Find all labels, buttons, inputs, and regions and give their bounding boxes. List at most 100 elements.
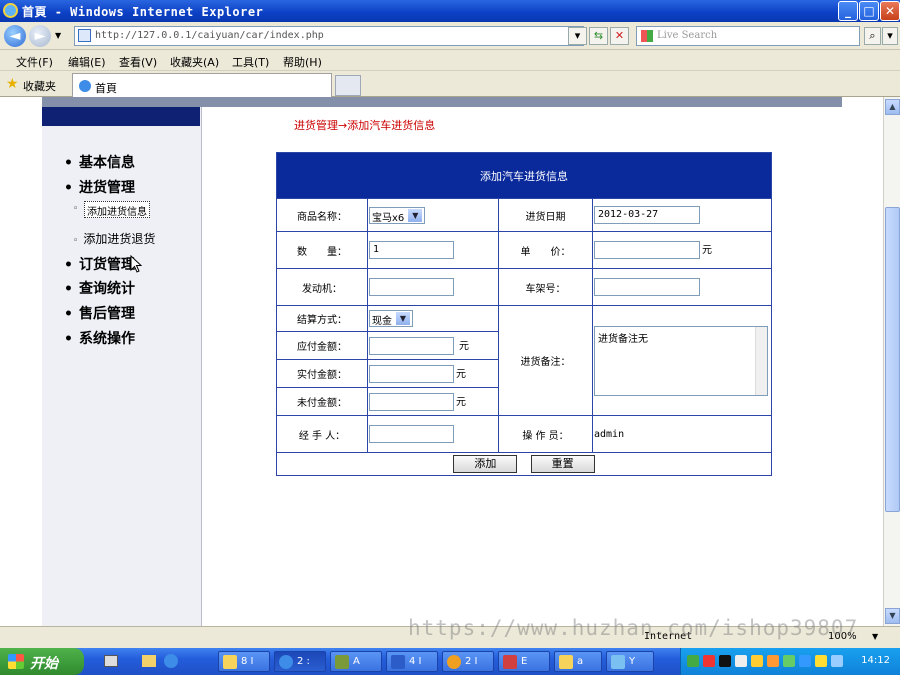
favorites-button[interactable]: 收藏夹 [23,78,56,94]
scrollbar-thumb[interactable] [885,207,900,512]
favorites-bar: ★ 收藏夹 首頁 [0,71,900,97]
refresh-icon[interactable]: ⇆ [589,27,608,45]
subitem-bullet: ◦ [73,204,79,214]
menu-help[interactable]: 帮助(H) [283,54,322,70]
start-button[interactable]: 开始 [0,648,84,675]
textarea-scrollbar[interactable] [755,326,767,395]
new-tab-button[interactable] [335,75,361,96]
sidebar-header [42,107,200,126]
menu-file[interactable]: 文件(F) [16,54,53,70]
purchase-date-input[interactable]: 2012-03-27 [594,206,700,224]
page-header-strip [42,97,842,107]
menu-bar: 文件(F) 编辑(E) 查看(V) 收藏夹(A) 工具(T) 帮助(H) [0,50,900,71]
address-input[interactable]: http://127.0.0.1/caiyuan/car/index.php [74,26,584,46]
folder-icon [223,655,237,669]
tray-icon[interactable] [751,655,763,667]
sidebar-item-system[interactable]: • 系统操作 [64,328,135,348]
live-search-icon [641,30,653,42]
scroll-down-icon[interactable]: ▼ [885,608,900,624]
payment-method-label: 结算方式： [276,305,368,332]
purchase-form: 添加汽车进货信息 商品名称： 宝马x6 ▼ 进货日期 2012-03-27 数 量… [276,152,772,476]
stop-icon[interactable]: ✕ [610,27,629,45]
clock: 14:12 [861,655,890,666]
forward-button[interactable]: ► [29,25,51,47]
unit-price-label: 单 价： [498,231,593,269]
taskbar-item-editor[interactable]: E [498,651,550,672]
chassis-input[interactable] [594,278,700,296]
dreamweaver-icon [335,655,349,669]
word-icon [391,655,405,669]
form-title: 添加汽车进货信息 [276,152,772,199]
menu-edit[interactable]: 编辑(E) [68,54,106,70]
tray-icon[interactable] [831,655,843,667]
menu-view[interactable]: 查看(V) [119,54,157,70]
ie-quicklaunch-icon[interactable] [164,654,178,668]
operator-value: admin [592,415,772,453]
paid-input[interactable] [369,364,454,383]
sidebar-item-query-stats[interactable]: • 查询统计 [64,278,135,298]
menu-tools[interactable]: 工具(T) [232,54,269,70]
maximize-button[interactable]: □ [859,1,879,21]
add-button[interactable]: 添加 [453,455,518,473]
minimize-button[interactable]: _ [838,1,858,21]
taskbar-item-folder[interactable]: a [554,651,602,672]
taskbar-item-word[interactable]: 4 I [386,651,438,672]
payment-method-select[interactable]: 现金 ▼ [369,310,413,327]
tray-icon[interactable] [799,655,811,667]
scroll-up-icon[interactable]: ▲ [885,99,900,115]
back-button[interactable]: ◄ [4,25,26,47]
purchase-date-label: 进货日期 [498,198,593,232]
sidebar-item-after-sales[interactable]: • 售后管理 [64,303,135,323]
tray-icon[interactable] [767,655,779,667]
favorites-star-icon[interactable]: ★ [6,76,19,92]
tray-icon[interactable] [703,655,715,667]
show-desktop-icon[interactable] [104,655,118,667]
remark-textarea[interactable]: 进货备注无 [594,325,768,396]
search-input[interactable]: Live Search [636,26,860,46]
unit-price-input[interactable] [594,241,700,259]
sidebar-item-orders[interactable]: • 订货管理 [64,254,135,274]
menu-favorites[interactable]: 收藏夹(A) [170,54,219,70]
sidebar-item-purchase[interactable]: • 进货管理 [64,177,135,197]
engine-input[interactable] [369,278,454,296]
tray-icon[interactable] [687,655,699,667]
product-name-label: 商品名称： [276,198,368,232]
payable-input[interactable] [369,336,454,355]
handler-input[interactable] [369,425,454,443]
browser-tab[interactable]: 首頁 [72,73,332,97]
sidebar-subitem-purchase-return[interactable]: ◦ 添加进货退货 [73,230,155,247]
folder-icon[interactable] [142,655,156,667]
network-icon [611,655,625,669]
taskbar-item-ie[interactable]: 2 : [274,651,326,672]
system-tray: 14:12 [680,648,900,675]
close-button[interactable]: ✕ [880,1,900,21]
tray-icon[interactable] [815,655,827,667]
tray-icon[interactable] [783,655,795,667]
search-placeholder: Live Search [657,30,718,41]
handler-label: 经 手 人： [276,415,368,453]
tray-icon[interactable] [735,655,747,667]
search-options-icon[interactable]: ▾ [882,27,898,45]
taskbar: 开始 8 I 2 : A 4 I 2 I E a Y 14:12 [0,648,900,675]
windows-logo-icon [8,654,24,669]
reset-button[interactable]: 重置 [530,455,595,473]
sidebar-subitem-add-purchase[interactable]: 添加进货信息 [84,201,150,218]
taskbar-item-network[interactable]: Y [606,651,654,672]
address-toolbar: ◄ ► ▼ http://127.0.0.1/caiyuan/car/index… [0,22,900,50]
quantity-input[interactable]: 1 [369,241,454,259]
taskbar-item-explorer[interactable]: 8 I [218,651,270,672]
search-icon[interactable]: ⌕ [864,27,881,45]
product-name-select[interactable]: 宝马x6 ▼ [369,206,426,224]
zoom-dropdown-icon[interactable]: ▼ [872,632,878,641]
chassis-label: 车架号： [498,268,593,306]
taskbar-item-qq[interactable]: 2 I [442,651,494,672]
page-scrollbar[interactable]: ▲ ▼ [883,97,900,626]
page-viewport: • 基本信息 • 进货管理 添加进货信息 ◦ ◦ 添加进货退货 • 订货管理 • 查询统计… [0,97,883,626]
address-dropdown-icon[interactable]: ▾ [568,27,587,45]
taskbar-item-dreamweaver[interactable]: A [330,651,382,672]
sidebar-item-basic-info[interactable]: • 基本信息 [64,152,135,172]
unpaid-input[interactable] [369,392,454,411]
breadcrumb: 进货管理→添加汽车进货信息 [294,119,436,132]
tray-icon[interactable] [719,655,731,667]
history-dropdown-icon[interactable]: ▼ [55,31,61,40]
